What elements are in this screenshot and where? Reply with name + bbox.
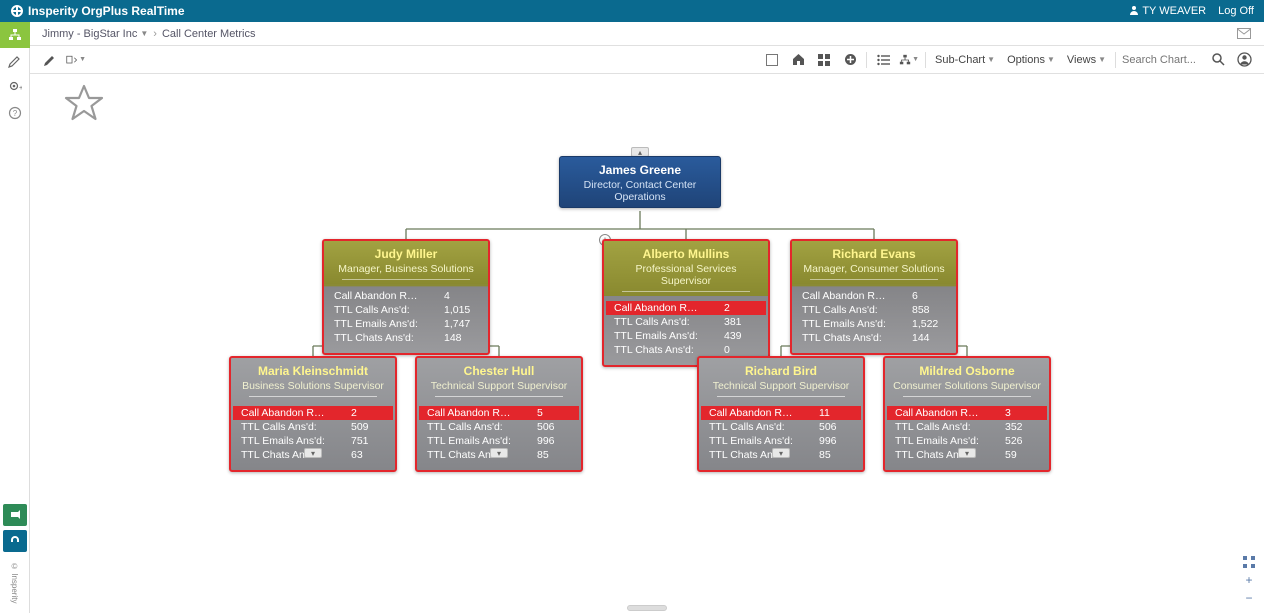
node-root[interactable]: James Greene Director, Contact Center Op… xyxy=(559,156,721,208)
node-l1-0[interactable]: Judy MillerManager, Business Solutions C… xyxy=(322,239,490,355)
copyright: © Insperity xyxy=(10,562,19,603)
breadcrumb-org[interactable]: Jimmy - BigStar Inc xyxy=(42,28,137,40)
chevron-down-icon[interactable]: ▼ xyxy=(140,29,148,38)
rail-edit[interactable] xyxy=(0,48,30,74)
zoom-out-icon[interactable]: − xyxy=(1242,591,1256,605)
breadcrumb-page[interactable]: Call Center Metrics xyxy=(162,28,256,40)
user-menu[interactable]: TY WEAVER xyxy=(1129,5,1206,17)
fullscreen-icon[interactable] xyxy=(1242,555,1256,569)
user-label: TY WEAVER xyxy=(1142,5,1206,17)
tool-tree-icon[interactable]: ▼ xyxy=(899,50,919,70)
brand-label: Insperity OrgPlus RealTime xyxy=(28,4,185,18)
favorite-star-icon[interactable] xyxy=(64,84,104,125)
rail-settings[interactable]: + xyxy=(0,74,30,100)
format-icon[interactable]: ▼ xyxy=(66,50,86,70)
zoom-in-icon[interactable]: + xyxy=(1242,573,1256,587)
search-icon[interactable] xyxy=(1208,50,1228,70)
bottom-drag-handle[interactable] xyxy=(627,605,667,611)
expand-down[interactable]: ▾ xyxy=(772,448,790,458)
node-l1-2[interactable]: Richard EvansManager, Consumer Solutions… xyxy=(790,239,958,355)
views-menu[interactable]: Views▼ xyxy=(1064,54,1109,66)
node-title: Director, Contact Center Operations xyxy=(568,179,712,203)
rail-support[interactable] xyxy=(3,530,27,552)
brand: Insperity OrgPlus RealTime xyxy=(10,4,185,18)
rail-help[interactable]: ? xyxy=(0,100,30,126)
node-l1-1[interactable]: Alberto MullinsProfessional Services Sup… xyxy=(602,239,770,367)
options-menu[interactable]: Options▼ xyxy=(1004,54,1058,66)
rail-chart[interactable] xyxy=(0,22,30,48)
tool-list-icon[interactable] xyxy=(873,50,893,70)
logoff-link[interactable]: Log Off xyxy=(1218,5,1254,17)
svg-text:?: ? xyxy=(12,109,17,118)
tool-panel-icon[interactable] xyxy=(762,50,782,70)
search-input[interactable] xyxy=(1122,54,1202,66)
subchart-menu[interactable]: Sub-Chart▼ xyxy=(932,54,998,66)
svg-text:+: + xyxy=(19,85,22,92)
edit-icon[interactable] xyxy=(40,50,60,70)
mail-icon[interactable] xyxy=(1236,27,1252,41)
rail-feedback[interactable] xyxy=(3,504,27,526)
expand-down[interactable]: ▾ xyxy=(958,448,976,458)
brand-icon xyxy=(10,4,24,18)
expand-down[interactable]: ▾ xyxy=(304,448,322,458)
tool-add-icon[interactable] xyxy=(840,50,860,70)
tool-grid-icon[interactable] xyxy=(814,50,834,70)
expand-down[interactable]: ▾ xyxy=(490,448,508,458)
tool-home-icon[interactable] xyxy=(788,50,808,70)
profile-icon[interactable] xyxy=(1234,50,1254,70)
node-name: James Greene xyxy=(568,163,712,177)
